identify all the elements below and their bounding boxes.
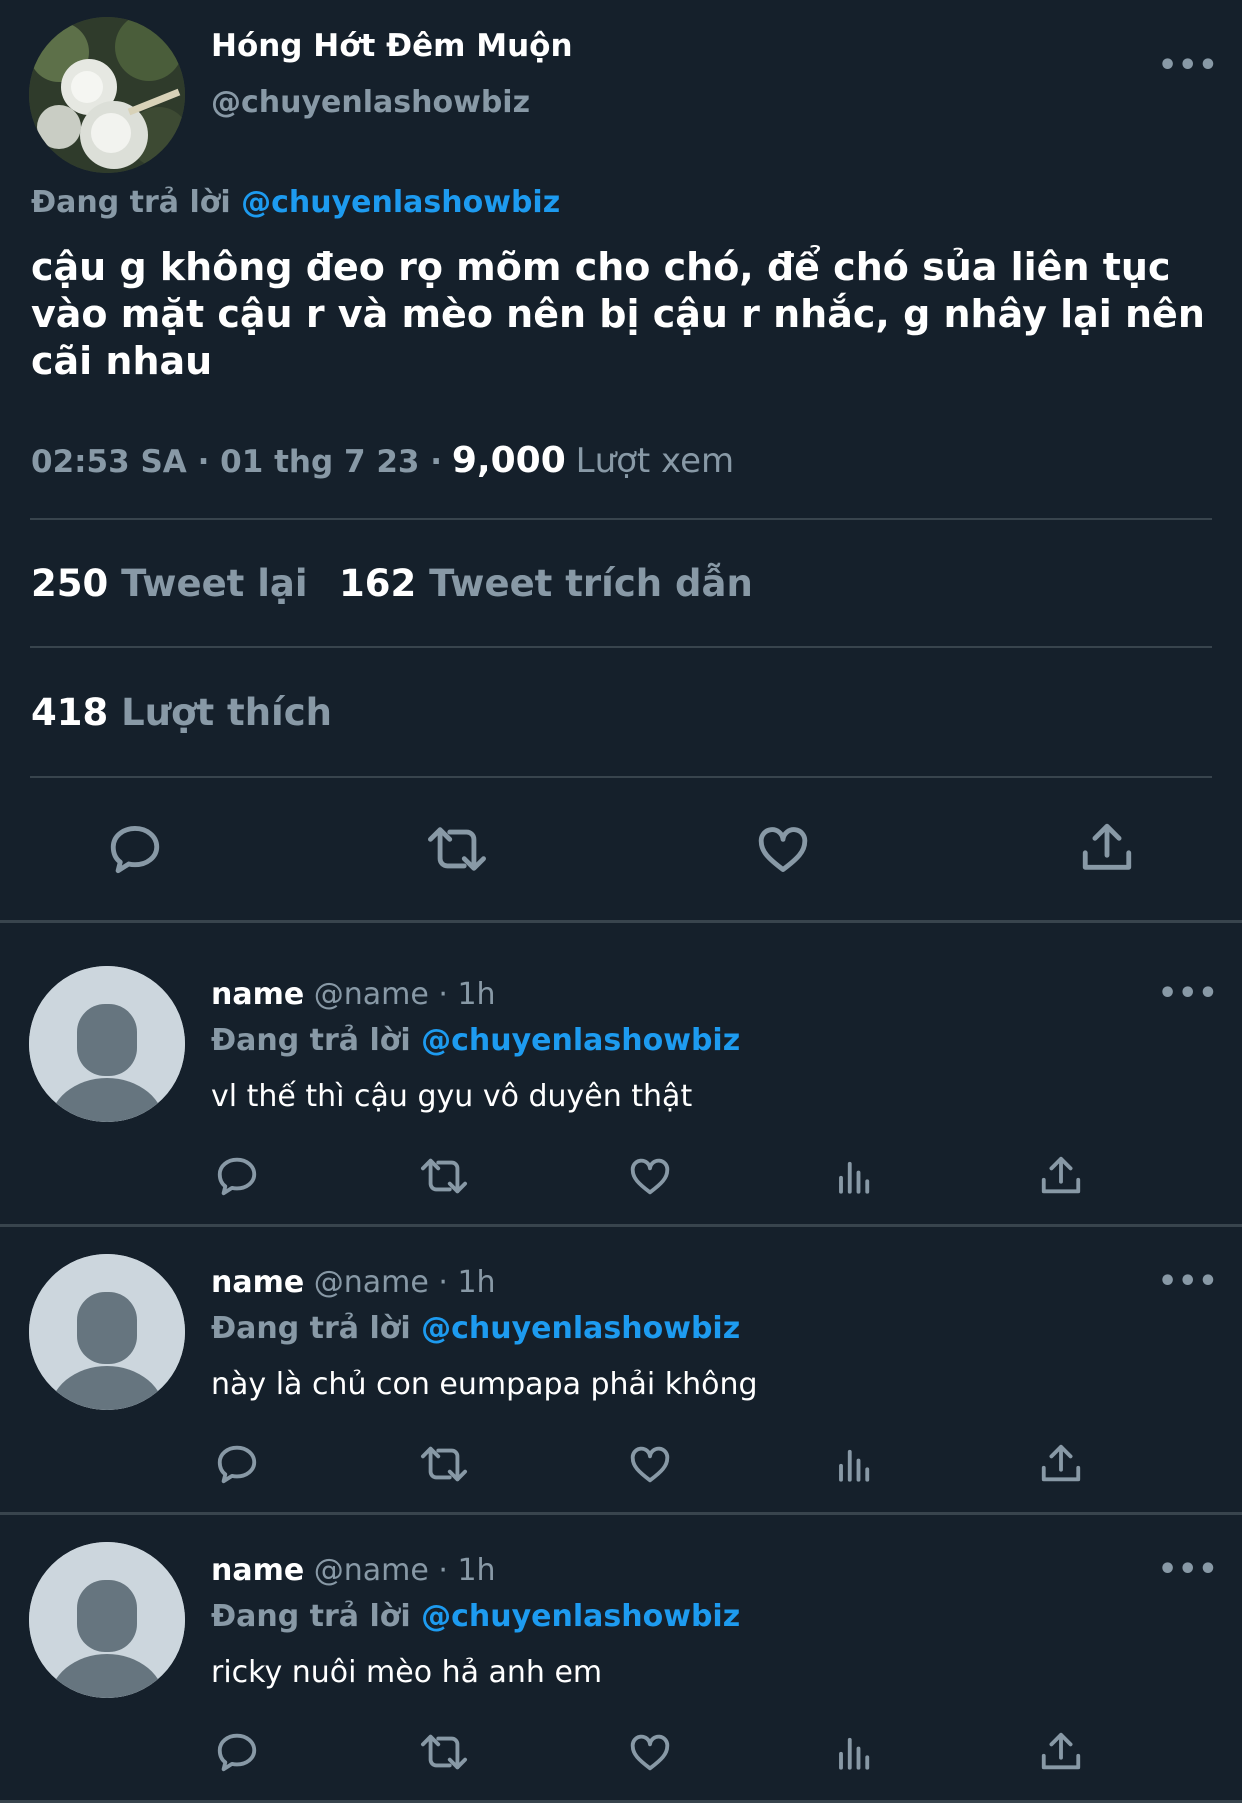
share-icon[interactable] <box>1038 1729 1084 1775</box>
retweet-icon[interactable] <box>416 1729 472 1775</box>
replying-to-label: Đang trả lời <box>211 1599 411 1634</box>
replying-to-label: Đang trả lời <box>211 1023 411 1058</box>
author-handle[interactable]: @chuyenlashowbiz <box>211 85 530 120</box>
retweet-icon[interactable] <box>422 820 492 878</box>
analytics-icon[interactable] <box>834 1729 876 1775</box>
author-avatar[interactable] <box>29 17 185 173</box>
reply-icon[interactable] <box>106 820 164 878</box>
reply-avatar[interactable] <box>29 1542 185 1698</box>
reply-author-meta: @name · 1h <box>313 1265 496 1300</box>
reply-author-name[interactable]: name <box>211 1553 304 1588</box>
tweet-text: cậu g không đeo rọ mõm cho chó, để chó s… <box>31 245 1205 383</box>
retweet-stat[interactable]: 250 Tweet lại <box>31 562 308 605</box>
reply-avatar[interactable] <box>29 1254 185 1410</box>
replying-to-handle[interactable]: @chuyenlashowbiz <box>421 1311 740 1346</box>
replying-to-handle[interactable]: @chuyenlashowbiz <box>421 1023 740 1058</box>
share-icon[interactable] <box>1038 1153 1084 1199</box>
reply-text: ricky nuôi mèo hả anh em <box>211 1655 603 1690</box>
quote-stat[interactable]: 162 Tweet trích dẫn <box>339 562 753 605</box>
retweet-icon[interactable] <box>416 1441 472 1487</box>
like-icon[interactable] <box>626 1441 674 1487</box>
reply-header: name @name · 1h <box>211 977 496 1012</box>
section-divider <box>0 1512 1242 1515</box>
share-icon[interactable] <box>1038 1441 1084 1487</box>
like-icon[interactable] <box>753 820 813 878</box>
analytics-icon[interactable] <box>834 1441 876 1487</box>
section-divider <box>0 920 1242 923</box>
quote-count: 162 <box>339 562 417 605</box>
reply-author-meta: @name · 1h <box>313 1553 496 1588</box>
replying-to: Đang trả lời @chuyenlashowbiz <box>211 1311 740 1346</box>
reply-icon[interactable] <box>214 1729 260 1775</box>
divider <box>30 776 1212 778</box>
more-options-icon[interactable]: ••• <box>1158 976 1219 1011</box>
retweet-icon[interactable] <box>416 1153 472 1199</box>
reply-header: name @name · 1h <box>211 1553 496 1588</box>
reply-author-name[interactable]: name <box>211 977 304 1012</box>
more-options-icon[interactable]: ••• <box>1158 48 1219 83</box>
replying-to: Đang trả lời @chuyenlashowbiz <box>211 1599 740 1634</box>
tweet-timestamp[interactable]: 02:53 SA · 01 thg 7 23 · <box>31 444 442 480</box>
share-icon[interactable] <box>1078 818 1136 878</box>
quote-label: Tweet trích dẫn <box>429 562 753 605</box>
replying-to: Đang trả lời @chuyenlashowbiz <box>211 1023 740 1058</box>
reply-text: này là chủ con eumpapa phải không <box>211 1367 758 1402</box>
replying-to-label: Đang trả lời <box>31 185 231 220</box>
retweet-label: Tweet lại <box>121 562 308 605</box>
replying-to: Đang trả lời @chuyenlashowbiz <box>31 185 560 220</box>
replying-to-label: Đang trả lời <box>211 1311 411 1346</box>
views-count: 9,000 <box>451 440 566 481</box>
like-icon[interactable] <box>626 1729 674 1775</box>
author-name[interactable]: Hóng Hớt Đêm Muộn <box>211 28 573 64</box>
views-label: Lượt xem <box>575 441 735 481</box>
tweet-meta: 02:53 SA · 01 thg 7 23 · 9,000 Lượt xem <box>31 440 734 481</box>
reply-text: vl thế thì cậu gyu vô duyên thật <box>211 1079 693 1114</box>
more-options-icon[interactable]: ••• <box>1158 1552 1219 1587</box>
like-label: Lượt thích <box>121 691 333 734</box>
reply-icon[interactable] <box>214 1441 260 1487</box>
like-count: 418 <box>31 691 109 734</box>
retweet-count: 250 <box>31 562 109 605</box>
divider <box>30 646 1212 648</box>
like-stat[interactable]: 418 Lượt thích <box>31 691 332 734</box>
more-options-icon[interactable]: ••• <box>1158 1264 1219 1299</box>
analytics-icon[interactable] <box>834 1153 876 1199</box>
divider <box>30 518 1212 520</box>
like-icon[interactable] <box>626 1153 674 1199</box>
reply-header: name @name · 1h <box>211 1265 496 1300</box>
reply-icon[interactable] <box>214 1153 260 1199</box>
replying-to-handle[interactable]: @chuyenlashowbiz <box>421 1599 740 1634</box>
reply-avatar[interactable] <box>29 966 185 1122</box>
replying-to-handle[interactable]: @chuyenlashowbiz <box>241 185 560 220</box>
reply-author-name[interactable]: name <box>211 1265 304 1300</box>
section-divider <box>0 1224 1242 1227</box>
reply-author-meta: @name · 1h <box>313 977 496 1012</box>
